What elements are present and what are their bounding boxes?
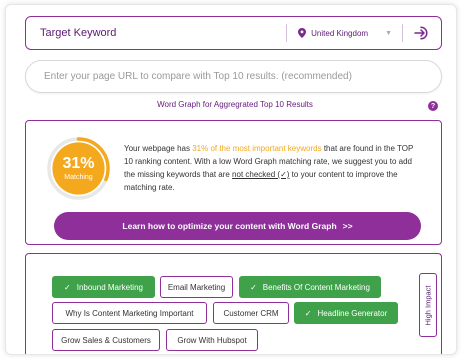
- tag-label: Headline Generator: [317, 308, 388, 318]
- learn-word-graph-button[interactable]: Learn how to optimize your content with …: [54, 212, 421, 240]
- report-panel: 31% Matching Your webpage has 31% of the…: [25, 120, 442, 245]
- impact-tab-label: High Impact: [423, 284, 433, 326]
- question-mark-icon[interactable]: ?: [428, 101, 438, 111]
- graph-title: Word Graph for Aggregrated Top 10 Result…: [157, 100, 313, 109]
- keyword-tag[interactable]: ✓ Headline Generator: [294, 302, 398, 324]
- report-text-part: Your webpage has: [124, 144, 193, 153]
- keyword-tags-panel: ✓ Inbound Marketing ✓ Email Marketing ✓ …: [25, 253, 442, 354]
- tag-label: Why Is Content Marketing Important: [65, 308, 194, 318]
- keyword-tag[interactable]: ✓ Grow With Hubspot: [166, 329, 258, 351]
- tag-label: Email Marketing: [167, 282, 226, 292]
- keyword-tag[interactable]: ✓ Why Is Content Marketing Important: [52, 302, 207, 324]
- keyword-bar: United Kingdom ▼: [25, 16, 442, 50]
- gauge-label-group: 31% Matching: [47, 137, 110, 200]
- keyword-tag[interactable]: ✓ Grow Sales & Customers: [52, 329, 160, 351]
- keyword-tag[interactable]: ✓ Benefits Of Content Marketing: [239, 276, 381, 298]
- matching-label: Matching: [64, 174, 93, 181]
- page-url-input[interactable]: [26, 61, 441, 92]
- high-impact-tab[interactable]: High Impact: [419, 273, 437, 337]
- matching-percent: 31%: [62, 155, 95, 172]
- app-frame: United Kingdom ▼ Word Graph for Aggregra…: [5, 4, 457, 355]
- tag-label: Inbound Marketing: [76, 282, 143, 292]
- report-underline: not checked (✓): [232, 170, 290, 179]
- target-keyword-input[interactable]: [26, 17, 287, 49]
- arrow-into-box-icon: [414, 26, 428, 40]
- tag-label: Customer CRM: [223, 308, 279, 318]
- url-bar: [25, 60, 442, 93]
- check-icon: ✓: [304, 308, 312, 318]
- tag-label: Benefits Of Content Marketing: [262, 282, 370, 292]
- submit-button[interactable]: [403, 17, 441, 49]
- keyword-tag[interactable]: ✓ Customer CRM: [213, 302, 289, 324]
- tag-label: Grow With Hubspot: [177, 335, 247, 345]
- report-description: Your webpage has 31% of the most importa…: [124, 142, 424, 194]
- caret-down-icon: ▼: [385, 29, 392, 37]
- check-icon: ✓: [64, 282, 71, 292]
- cta-label: Learn how to optimize your content with …: [122, 221, 337, 231]
- keyword-tag[interactable]: ✓ Email Marketing: [160, 276, 233, 298]
- country-select[interactable]: United Kingdom ▼: [287, 17, 402, 49]
- tag-label: Grow Sales & Customers: [61, 335, 151, 345]
- keyword-tag[interactable]: ✓ Inbound Marketing: [52, 276, 155, 298]
- report-highlight: 31% of the most important keywords: [192, 144, 322, 153]
- check-icon: ✓: [250, 282, 257, 292]
- cta-arrows: >>: [342, 221, 353, 231]
- map-pin-icon: [298, 28, 307, 38]
- country-label: United Kingdom: [311, 28, 369, 38]
